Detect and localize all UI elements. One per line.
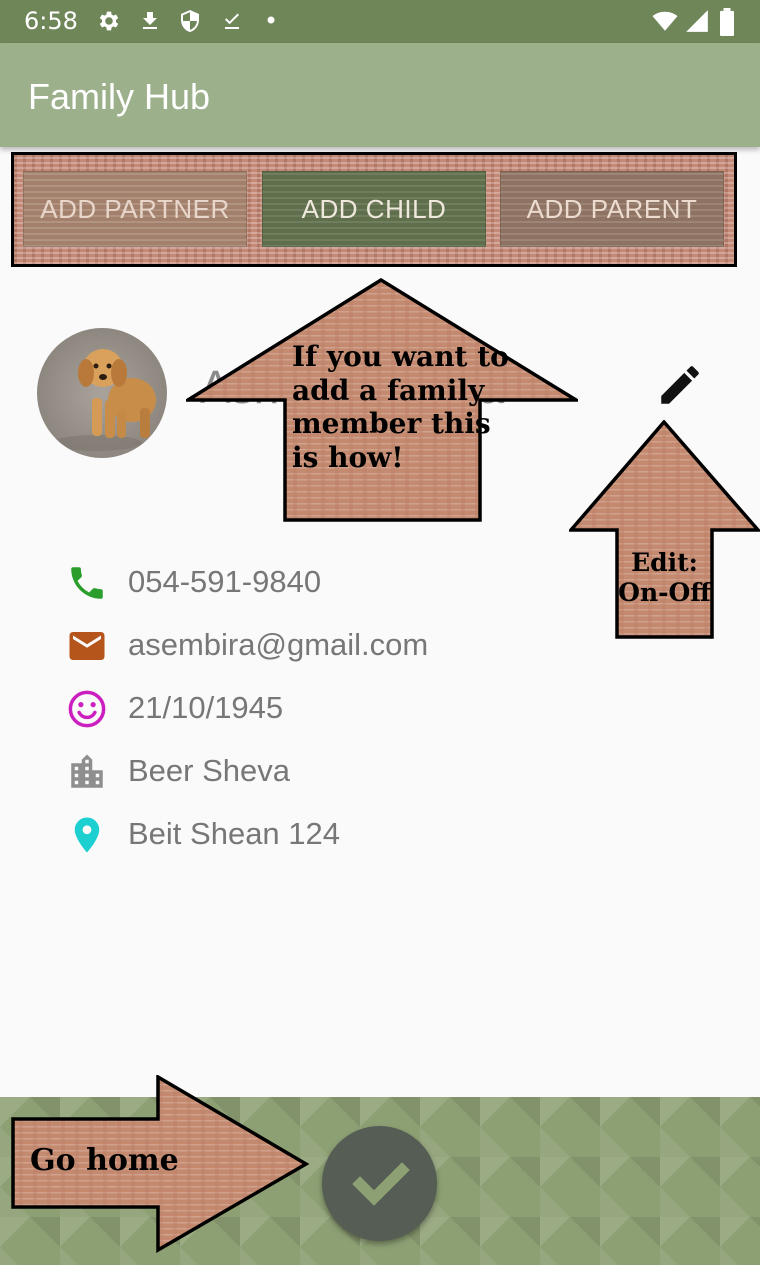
add-parent-button[interactable]: ADD PARENT <box>500 171 724 247</box>
go-home-callout-text: Go home <box>30 1143 179 1178</box>
location-pin-icon <box>74 817 100 853</box>
app-bar: Family Hub <box>0 43 760 147</box>
address-row[interactable]: Beit Shean 124 <box>66 814 666 854</box>
city-value: Beer Sheva <box>128 753 290 788</box>
add-member-callout-line2: add a family <box>292 373 485 407</box>
home-confirm-button[interactable] <box>322 1126 437 1241</box>
status-bar: 6:58 <box>0 0 760 43</box>
birth-date-value: 21/10/1945 <box>128 690 284 725</box>
wifi-icon <box>652 11 678 31</box>
add-member-toolbar: ADD PARTNER ADD CHILD ADD PARENT <box>11 152 737 267</box>
email-value: asembira@gmail.com <box>128 627 429 662</box>
add-child-button[interactable]: ADD CHILD <box>262 171 486 247</box>
gear-icon <box>99 11 119 31</box>
address-value: Beit Shean 124 <box>128 816 341 851</box>
add-partner-button[interactable]: ADD PARTNER <box>23 171 247 247</box>
download-icon <box>143 12 157 29</box>
edit-pencil-icon[interactable] <box>655 360 705 410</box>
phone-icon <box>71 567 103 599</box>
add-member-callout-line4: is how! <box>292 440 404 474</box>
city-buildings-icon <box>71 754 103 788</box>
go-home-callout: Go home <box>10 1073 310 1254</box>
city-row: Beer Sheva <box>66 751 666 791</box>
phone-value: 054-591-9840 <box>128 564 322 599</box>
shield-icon <box>181 10 199 32</box>
checkmark-icon <box>352 1162 410 1206</box>
battery-icon <box>720 8 734 36</box>
status-time: 6:58 <box>24 7 78 35</box>
smiley-icon <box>68 690 106 728</box>
avatar <box>37 328 167 458</box>
birthday-row: 21/10/1945 <box>66 688 666 728</box>
add-member-callout-line3: member this <box>292 407 491 441</box>
download-done-icon <box>225 13 239 29</box>
cell-signal-icon <box>686 10 708 32</box>
edit-callout: Edit: On-Off <box>567 419 760 640</box>
dot-icon <box>267 16 275 24</box>
puppy-photo <box>52 349 156 451</box>
edit-callout-line1: Edit: <box>631 548 698 577</box>
app-title: Family Hub <box>28 76 211 117</box>
add-member-callout: If you want to add a family member this … <box>181 277 583 522</box>
edit-callout-line2: On-Off <box>618 578 711 607</box>
add-member-callout-line1: If you want to <box>292 340 509 373</box>
email-icon <box>69 632 105 660</box>
